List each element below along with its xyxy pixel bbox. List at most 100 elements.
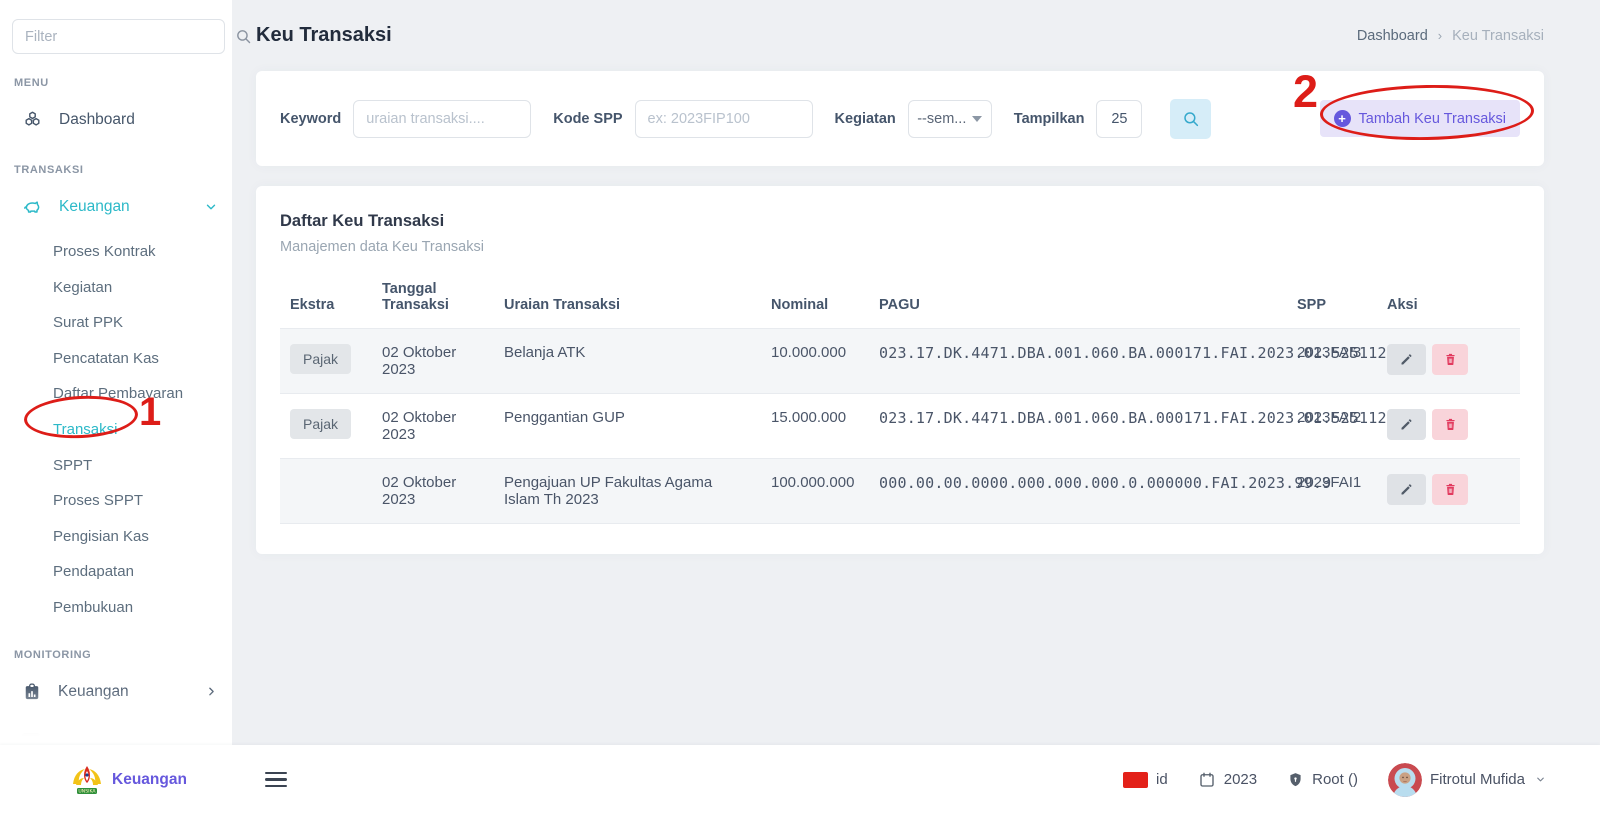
sidebar-filter	[12, 19, 220, 54]
status-badge: Pajak	[290, 344, 351, 374]
edit-button[interactable]	[1387, 474, 1426, 505]
column-spp: SPP	[1287, 273, 1377, 329]
hamburger-menu-icon[interactable]	[265, 772, 287, 788]
transaksi-table: Ekstra Tanggal Transaksi Uraian Transaks…	[280, 273, 1520, 524]
trash-icon	[1443, 417, 1458, 432]
unsika-logo: UNSIKA	[70, 762, 104, 798]
edit-button[interactable]	[1387, 409, 1426, 440]
language-switcher[interactable]: id	[1123, 771, 1168, 788]
column-ekstra: Ekstra	[280, 273, 372, 329]
sidebar-subitem-kegiatan[interactable]: Kegiatan	[0, 270, 232, 306]
breadcrumb-separator-icon: ›	[1438, 28, 1442, 43]
edit-button[interactable]	[1387, 344, 1426, 375]
role-indicator[interactable]: Root ()	[1287, 771, 1358, 789]
search-button[interactable]	[1170, 99, 1211, 139]
cell-uraian: Pengajuan UP Fakultas Agama Islam Th 202…	[494, 459, 761, 524]
brand-label: Keuangan	[112, 771, 187, 789]
cell-uraian: Belanja ATK	[494, 329, 761, 394]
year-selector[interactable]: 2023	[1198, 771, 1257, 789]
card-subtitle: Manajemen data Keu Transaksi	[280, 239, 1520, 255]
tambah-keu-transaksi-button[interactable]: + Tambah Keu Transaksi	[1320, 100, 1521, 137]
column-nominal: Nominal	[761, 273, 869, 329]
kode-spp-label: Kode SPP	[553, 111, 622, 127]
kode-spp-input[interactable]	[635, 100, 813, 138]
piggy-bank-icon	[22, 197, 43, 218]
column-pagu: PAGU	[869, 273, 1287, 329]
sidebar-subitem-proses-sppt[interactable]: Proses SPPT	[0, 483, 232, 519]
avatar	[1388, 763, 1422, 797]
pencil-icon	[1399, 482, 1414, 497]
sidebar-subitem-proses-kontrak[interactable]: Proses Kontrak	[0, 234, 232, 270]
sidebar-subitem-surat-ppk[interactable]: Surat PPK	[0, 305, 232, 341]
tampilkan-input[interactable]	[1096, 100, 1142, 138]
svg-text:UNSIKA: UNSIKA	[78, 788, 96, 794]
chevron-down-icon	[1535, 774, 1546, 785]
sidebar-subitem-transaksi[interactable]: Transaksi	[0, 412, 232, 448]
column-uraian-transaksi: Uraian Transaksi	[494, 273, 761, 329]
search-icon	[1182, 110, 1200, 128]
sidebar-item-keuangan[interactable]: Keuangan	[0, 186, 232, 228]
chevron-down-icon[interactable]	[204, 200, 218, 214]
filter-bar: Keyword Kode SPP Kegiatan --sem... Tampi…	[256, 71, 1544, 166]
indonesia-flag-icon	[1123, 772, 1148, 788]
clipboard-chart-icon	[22, 682, 42, 702]
app-brand[interactable]: UNSIKA Keuangan	[70, 762, 187, 798]
cell-nominal: 100.000.000	[761, 459, 869, 524]
status-badge: Pajak	[290, 409, 351, 439]
sidebar-subitem-pengisian-kas[interactable]: Pengisian Kas	[0, 519, 232, 555]
column-tanggal-transaksi: Tanggal Transaksi	[372, 273, 494, 329]
table-row: Pajak 02 Oktober 2023 Belanja ATK 10.000…	[280, 329, 1520, 394]
sidebar-section-menu: MENU	[14, 77, 232, 89]
shield-icon	[1287, 771, 1304, 789]
chevron-right-icon[interactable]	[205, 685, 218, 698]
card-title: Daftar Keu Transaksi	[280, 212, 1520, 231]
language-code: id	[1156, 771, 1168, 788]
user-menu[interactable]: Fitrotul Mufida	[1388, 763, 1546, 797]
page-header: Keu Transaksi Dashboard › Keu Transaksi	[256, 0, 1544, 71]
keuangan-submenu: Proses Kontrak Kegiatan Surat PPK Pencat…	[0, 234, 232, 626]
cell-pagu: 000.00.00.0000.000.000.000.0.000000.FAI.…	[869, 459, 1287, 524]
keyword-label: Keyword	[280, 111, 341, 127]
sidebar-item-monitoring-keuangan[interactable]: Keuangan	[0, 671, 232, 713]
sidebar-subitem-daftar-pembayaran[interactable]: Daftar Pembayaran	[0, 376, 232, 412]
table-row: Pajak 02 Oktober 2023 Penggantian GUP 15…	[280, 394, 1520, 459]
cubes-icon	[22, 110, 43, 131]
cell-uraian: Penggantian GUP	[494, 394, 761, 459]
breadcrumb-current: Keu Transaksi	[1452, 28, 1544, 44]
sidebar-item-label: Dashboard	[59, 111, 135, 129]
sidebar-section-monitoring: MONITORING	[14, 649, 232, 661]
cell-nominal: 15.000.000	[761, 394, 869, 459]
sidebar-subitem-sppt[interactable]: SPPT	[0, 448, 232, 484]
kegiatan-select[interactable]: --sem...	[908, 100, 992, 138]
sidebar-subitem-pembukuan[interactable]: Pembukuan	[0, 590, 232, 626]
delete-button[interactable]	[1432, 344, 1468, 375]
delete-button[interactable]	[1432, 474, 1468, 505]
tambah-button-label: Tambah Keu Transaksi	[1359, 111, 1507, 127]
breadcrumb-dashboard[interactable]: Dashboard	[1357, 28, 1428, 44]
bottom-bar: UNSIKA Keuangan id 2023 Root ()	[0, 745, 1600, 814]
sidebar-item-dashboard[interactable]: Dashboard	[0, 99, 232, 141]
calendar-icon	[1198, 771, 1216, 789]
sidebar-subitem-pencatatan-kas[interactable]: Pencatatan Kas	[0, 341, 232, 377]
sidebar: MENU Dashboard TRANSAKSI Keuangan Proses…	[0, 0, 232, 745]
sidebar-item-label: Keuangan	[59, 198, 130, 216]
sidebar-filter-input[interactable]	[12, 19, 225, 54]
trash-icon	[1443, 482, 1458, 497]
tampilkan-label: Tampilkan	[1014, 111, 1085, 127]
user-name: Fitrotul Mufida	[1430, 771, 1525, 788]
plus-circle-icon: +	[1334, 110, 1351, 127]
sidebar-subitem-pendapatan[interactable]: Pendapatan	[0, 554, 232, 590]
breadcrumb: Dashboard › Keu Transaksi	[1357, 28, 1544, 44]
search-icon[interactable]	[235, 28, 252, 45]
page-title: Keu Transaksi	[256, 24, 392, 47]
footer-right-group: id 2023 Root ()	[1123, 763, 1546, 797]
cell-tanggal: 02 Oktober 2023	[372, 329, 494, 394]
cell-tanggal: 02 Oktober 2023	[372, 459, 494, 524]
cell-tanggal: 02 Oktober 2023	[372, 394, 494, 459]
delete-button[interactable]	[1432, 409, 1468, 440]
kegiatan-select-value: --sem...	[917, 111, 966, 127]
pencil-icon	[1399, 417, 1414, 432]
keyword-input[interactable]	[353, 100, 531, 138]
column-aksi: Aksi	[1377, 273, 1520, 329]
select-arrow-icon	[972, 116, 982, 122]
